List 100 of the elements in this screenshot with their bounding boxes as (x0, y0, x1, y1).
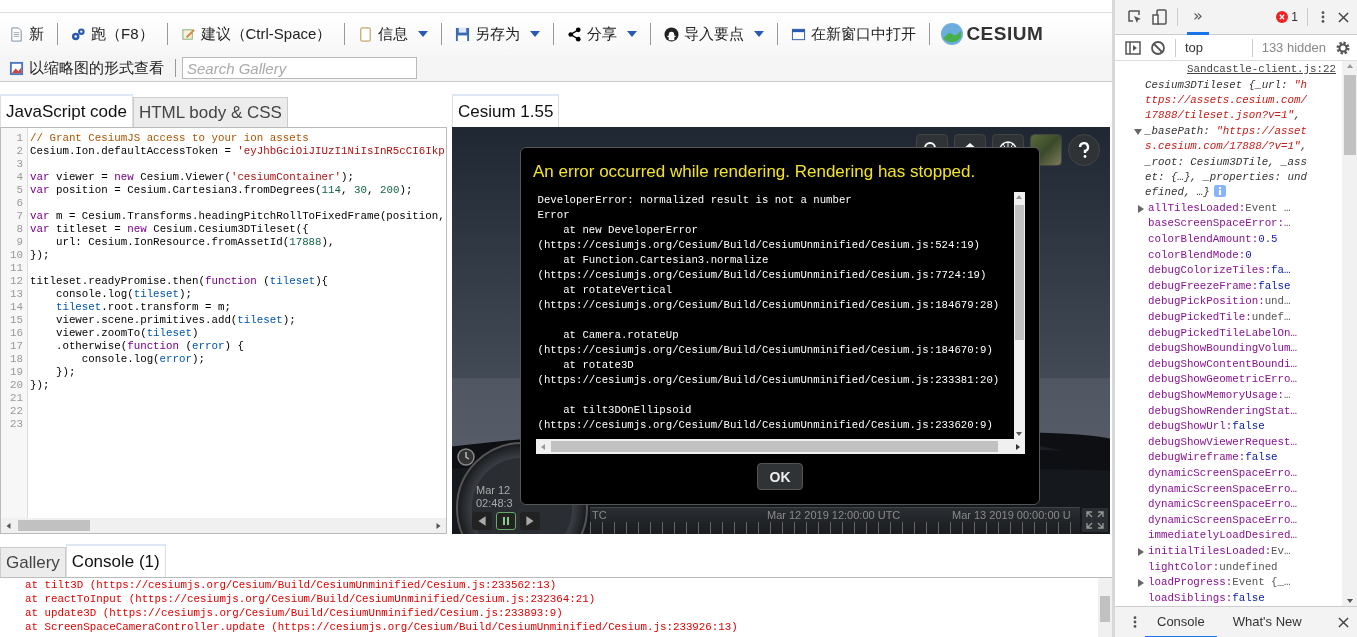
code-line: var position = Cesium.Cartesian3.fromDegrees(114, 30, 200); (29, 184, 413, 197)
error-text-line: (https://cesiumjs.org/Cesium/Build/CesiumUnminified/Cesium.js:524:19) (537, 238, 982, 253)
timeline-label: Mar 13 2019 00:00:00 U (952, 508, 1071, 522)
property-entry: baseScreenSpaceError:… (1148, 216, 1291, 232)
line-number: 23 (9, 418, 24, 431)
timeline[interactable]: TC Mar 12 2019 12:00:00 UTC Mar 13 2019 00:00:00 U (590, 507, 1080, 534)
search-field[interactable]: Search Gallery (182, 57, 417, 79)
caret-icon (530, 31, 541, 37)
property-entry: loadProgress:Event {_… (1148, 575, 1291, 591)
device-icon[interactable] (1152, 9, 1168, 25)
property-entry: debugFreezeFrame:false (1148, 278, 1291, 294)
toolbar-button[interactable]: 信息 (353, 22, 434, 46)
page-icon (358, 26, 374, 42)
line-number: 6 (15, 197, 24, 210)
source-link[interactable]: Sandcastle-client.js:22 (1186, 63, 1336, 75)
close-icon[interactable] (1338, 616, 1349, 628)
editor-tab[interactable]: HTML body & CSS (132, 97, 288, 127)
property-entry: colorBlendAmount:0.5 (1148, 232, 1278, 248)
scroll-thumb[interactable] (1343, 75, 1356, 155)
more-panels-tab[interactable]: » (1187, 0, 1209, 35)
sidebar-icon[interactable] (1125, 39, 1141, 56)
horizontal-scrollbar[interactable] (535, 439, 1025, 454)
property-entry: debugShowContentBoundi… (1148, 356, 1298, 372)
close-icon[interactable] (1338, 11, 1349, 23)
code-editor[interactable] (0, 127, 447, 534)
toolbar-button[interactable]: 建议（Ctrl-Space） (175, 22, 337, 46)
error-text-line: at rotateVertical (562, 283, 674, 298)
property-entry: initialTilesLoaded:Ev… (1148, 543, 1291, 559)
viewer-tab[interactable]: Cesium 1.55 (452, 94, 560, 127)
code-line: console.log(tileset); (54, 288, 192, 301)
context-selector[interactable]: top (1185, 40, 1204, 55)
error-text-line: (https://cesiumjs.org/Cesium/Build/CesiumUnminified/Cesium.js:7724:19) (537, 268, 988, 283)
thumbnail-view-button[interactable]: 以缩略图的形式查看 (4, 56, 169, 80)
inspect-icon[interactable] (1127, 9, 1143, 25)
vertical-scrollbar[interactable] (1342, 61, 1357, 606)
clock-icon[interactable] (456, 447, 476, 467)
error-text-line: at tilt3DOnEllipsoid (562, 403, 693, 418)
error-count[interactable]: 1 (1291, 10, 1298, 24)
settings-icon[interactable] (1335, 39, 1351, 56)
error-text-line: (https://cesiumjs.org/Cesium/Build/CesiumUnminified/Cesium.js:184670:9) (537, 343, 994, 358)
play-icon[interactable] (520, 512, 540, 530)
error-text-line: at Camera.rotateUp (562, 328, 680, 343)
toolbar-button[interactable]: 导入要点 (659, 22, 770, 46)
code-line: Cesium.Ion.defaultAccessToken = 'eyJhbGciOiJIUzI1NiIsInR5cCI6Ikp (29, 145, 445, 158)
object-summary: Cesium3DTileset {_url: "https://assets.cesium.com/17888/tileset.json?v=1", _basePath: "https://assets.cesium.com/17888/?v=1", _root: Cesium3DTile, _asset: {…}, _properties: undefined, …} (1145, 77, 1307, 201)
vertical-scrollbar[interactable] (1098, 578, 1112, 637)
code-line: url: Cesium.IonResource.fromAssetId(17888), (54, 236, 335, 249)
expand-arrow-icon[interactable] (1137, 547, 1145, 556)
code-line: var titleset = new Cesium.Cesium3DTileset({ (29, 223, 309, 236)
property-entry: debugShowMemoryUsage:… (1148, 387, 1291, 403)
editor-tab[interactable]: JavaScript code (0, 94, 133, 127)
play-reverse-icon[interactable] (472, 512, 492, 530)
caret-icon (754, 31, 765, 37)
line-number: 7 (15, 210, 24, 223)
line-number: 11 (9, 262, 24, 275)
cesium-logo: CESIUM (940, 22, 1044, 46)
code-line: }); (29, 379, 50, 392)
error-text-line: at new DeveloperError (562, 223, 699, 238)
toolbar-button[interactable]: 在新窗口中打开 (786, 22, 922, 46)
line-number: 10 (9, 249, 24, 262)
code-line: titleset.readyPromise.then(function (tileset){ (29, 275, 329, 288)
line-number: 9 (15, 236, 24, 249)
property-entry: immediatelyLoadDesired… (1148, 528, 1298, 544)
bottom-tab[interactable]: Console (1) (65, 544, 166, 577)
clear-console-icon[interactable] (1150, 39, 1166, 56)
fullscreen-button[interactable] (1082, 508, 1108, 532)
error-text-line: at Function.Cartesian3.normalize (562, 253, 770, 268)
expand-arrow-icon[interactable] (1137, 204, 1145, 213)
property-entry: colorBlendMode:0 (1148, 247, 1252, 263)
property-entry: loadSiblings:false (1148, 590, 1265, 606)
error-icon[interactable] (1276, 11, 1289, 23)
ok-button[interactable]: OK (757, 463, 803, 490)
horizontal-scrollbar[interactable] (1, 518, 446, 533)
expand-arrow-icon[interactable] (1134, 127, 1142, 136)
line-number: 2 (15, 145, 24, 158)
code-line: var m = Cesium.Transforms.headingPitchRollToFixedFrame(position, (29, 210, 445, 223)
line-number: 1 (15, 132, 24, 145)
toolbar-button[interactable]: 跑（F8） (66, 22, 159, 46)
pause-icon[interactable] (496, 512, 516, 530)
timeline-label: Mar 12 2019 12:00:00 UTC (767, 508, 902, 522)
window-icon (791, 26, 807, 42)
scroll-right-icon[interactable] (1013, 441, 1022, 452)
expand-arrow-icon[interactable] (1137, 579, 1145, 588)
drawer-tab[interactable]: Console (1145, 606, 1217, 637)
bottom-tab[interactable]: Gallery (0, 547, 66, 577)
error-text-line: (https://cesiumjs.org/Cesium/Build/CesiumUnminified/Cesium.js:233620:9) (537, 418, 994, 433)
error-text-line: Error (537, 208, 571, 223)
vertical-scrollbar[interactable] (1013, 192, 1025, 439)
line-number: 4 (15, 171, 24, 184)
line-number: 5 (15, 184, 24, 197)
line-number: 8 (15, 223, 24, 236)
code-line: }); (54, 366, 76, 379)
toolbar-button[interactable]: 新 (4, 22, 49, 46)
drawer-tab[interactable]: What's New (1220, 606, 1314, 637)
toolbar-button[interactable]: 分享 (562, 22, 643, 46)
property-entry: debugPickPosition:und… (1148, 294, 1291, 310)
property-entry: debugPickedTile:undef… (1148, 310, 1291, 325)
toolbar-button[interactable]: 另存为 (450, 22, 546, 46)
line-number: 22 (9, 405, 24, 418)
code-line: }); (29, 249, 50, 262)
